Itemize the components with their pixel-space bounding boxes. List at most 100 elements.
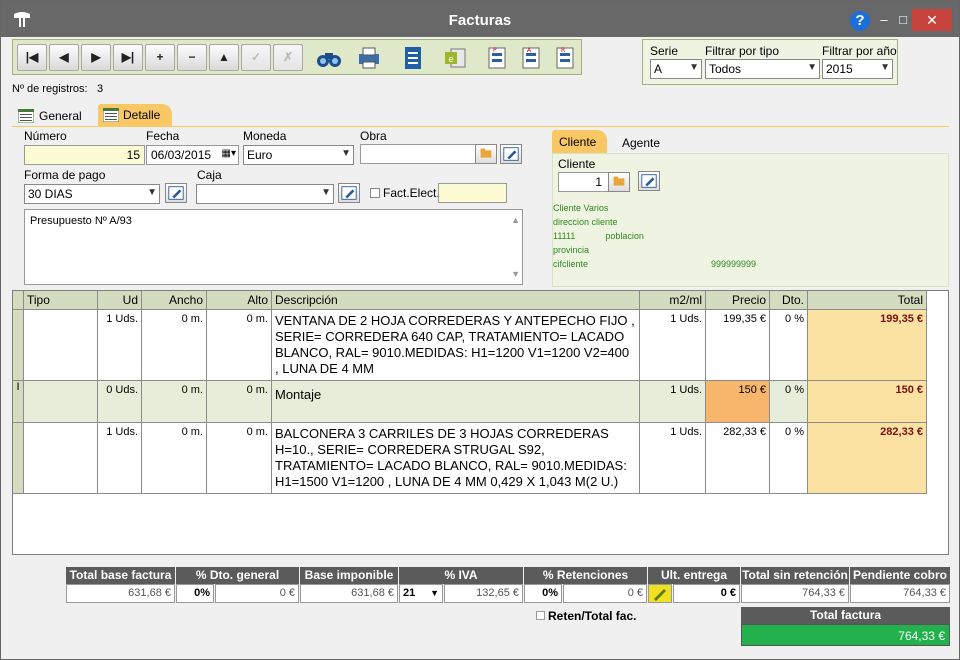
next-record-button[interactable]: ▶ [81,44,111,71]
col-precio[interactable]: Precio [706,291,770,310]
moneda-select[interactable]: Euro ▼ [243,145,354,165]
pencil-icon[interactable] [648,584,672,603]
edit-record-button[interactable]: ▲ [209,44,239,71]
notes-textarea[interactable]: Presupuesto Nº A/93 ▲ ▼ [24,209,523,285]
records-count: 3 [97,83,104,95]
document-icon[interactable] [399,44,427,72]
serie-select[interactable]: A ▼ [650,59,702,79]
tab-agente[interactable]: Agente [622,136,660,150]
ret-pct-field[interactable]: 0% [524,584,562,603]
edit-cliente-icon[interactable] [638,171,660,191]
cell-dto[interactable]: 0 % [770,381,808,422]
cell-total[interactable]: 150 € [808,381,927,422]
numero-field[interactable]: 15 [24,145,145,165]
cell-m2ml[interactable]: 1 Uds. [640,423,706,493]
cell-ud[interactable]: 1 Uds. [98,423,142,493]
export-excel-icon[interactable]: e [441,44,469,72]
calendar-icon[interactable]: ▦▾ [222,147,236,161]
col-total[interactable]: Total [808,291,927,310]
cell-alto[interactable]: 0 m. [207,381,272,422]
report-email-icon[interactable]: A [517,44,545,72]
cell-ancho[interactable]: 0 m. [142,310,207,380]
cell-ud[interactable]: 1 Uds. [98,310,142,380]
col-tipo[interactable]: Tipo [24,291,98,310]
cell-precio[interactable]: 199,35 € [706,310,770,380]
cell-total[interactable]: 199,35 € [808,310,927,380]
previous-record-button[interactable]: ◀ [49,44,79,71]
help-button[interactable]: ? [850,11,870,31]
cancel-button[interactable]: ✗ [273,44,303,71]
tipo-select[interactable]: Todos ▼ [705,59,820,79]
cell-tipo[interactable] [24,381,98,422]
col-ancho[interactable]: Ancho [142,291,207,310]
confirm-button[interactable]: ✓ [241,44,271,71]
tab-cliente[interactable]: Cliente [552,130,607,154]
reten-checkbox[interactable] [536,611,545,620]
close-button[interactable]: ✕ [912,9,952,31]
cell-m2ml[interactable]: 1 Uds. [640,381,706,422]
cell-total[interactable]: 282,33 € [808,423,927,493]
cell-dto[interactable]: 0 % [770,423,808,493]
tab-detalle[interactable]: Detalle [98,104,172,127]
tab-general[interactable]: General [13,105,98,127]
edit-obra-icon[interactable] [500,144,522,164]
row-selector[interactable] [13,310,24,380]
last-record-button[interactable]: ▶| [113,44,143,71]
forma-pago-select[interactable]: 30 DIAS ▼ [24,184,160,204]
dto-amount-value: 0 € [215,584,299,603]
col-dto[interactable]: Dto. [770,291,808,310]
col-descripcion[interactable]: Descripción [272,291,640,310]
cell-m2ml[interactable]: 1 Uds. [640,310,706,380]
table-row[interactable]: 1 Uds. 0 m. 0 m. VENTANA DE 2 HOJA CORRE… [13,310,927,381]
cell-dto[interactable]: 0 % [770,310,808,380]
first-record-button[interactable]: |◀ [17,44,47,71]
cell-descripcion[interactable]: BALCONERA 3 CARRILES DE 3 HOJAS CORREDER… [272,423,640,493]
minimize-button[interactable]: – [877,13,891,27]
maximize-button[interactable]: □ [896,13,910,27]
tab-general-label: General [39,109,82,123]
caja-select[interactable]: ▼ [196,184,334,204]
table-row[interactable]: I 0 Uds. 0 m. 0 m. Montaje 1 Uds. 150 € … [13,381,927,423]
pendiente-value: 764,33 € [850,584,950,603]
edit-caja-icon[interactable] [338,183,360,203]
cell-tipo[interactable] [24,423,98,493]
scroll-up-icon[interactable]: ▲ [511,213,520,227]
delete-record-button[interactable]: − [177,44,207,71]
reten-label: Reten/Total fac. [548,609,637,623]
anio-select[interactable]: 2015 ▼ [822,59,893,79]
folder-lookup-icon[interactable] [608,172,630,192]
fact-elect-field[interactable] [438,183,507,203]
report-pdf-icon[interactable]: P [483,44,511,72]
cell-ancho[interactable]: 0 m. [142,381,207,422]
cell-ud[interactable]: 0 Uds. [98,381,142,422]
records-label: Nº de registros: [12,83,88,95]
iva-select[interactable]: 21 ▼ [399,584,443,603]
col-alto[interactable]: Alto [207,291,272,310]
row-selector[interactable] [13,423,24,493]
serie-label: Serie [650,44,679,58]
edit-forma-pago-icon[interactable] [165,183,187,203]
fact-elect-checkbox[interactable] [370,188,380,198]
scroll-down-icon[interactable]: ▼ [511,267,520,281]
fecha-field[interactable]: 06/03/2015 ▦▾ [146,145,239,165]
cell-tipo[interactable] [24,310,98,380]
cell-descripcion[interactable]: Montaje [272,381,640,422]
cell-precio[interactable]: 150 € [706,381,770,422]
cell-alto[interactable]: 0 m. [207,423,272,493]
text-cursor-icon[interactable]: I [13,381,24,422]
add-record-button[interactable]: + [145,44,175,71]
client-province: provincia [553,245,590,255]
table-row[interactable]: 1 Uds. 0 m. 0 m. BALCONERA 3 CARRILES DE… [13,423,927,494]
folder-lookup-icon[interactable] [475,144,497,164]
cell-precio[interactable]: 282,33 € [706,423,770,493]
col-m2ml[interactable]: m2/ml [640,291,706,310]
print-icon[interactable] [355,44,383,72]
cell-alto[interactable]: 0 m. [207,310,272,380]
svg-text:R: R [561,47,565,54]
dto-pct-field[interactable]: 0% [176,584,214,603]
col-ud[interactable]: Ud [98,291,142,310]
cell-ancho[interactable]: 0 m. [142,423,207,493]
report-print-icon[interactable]: R [551,44,579,72]
binoculars-icon[interactable] [315,44,343,72]
cell-descripcion[interactable]: VENTANA DE 2 HOJA CORREDERAS Y ANTEPECHO… [272,310,640,380]
